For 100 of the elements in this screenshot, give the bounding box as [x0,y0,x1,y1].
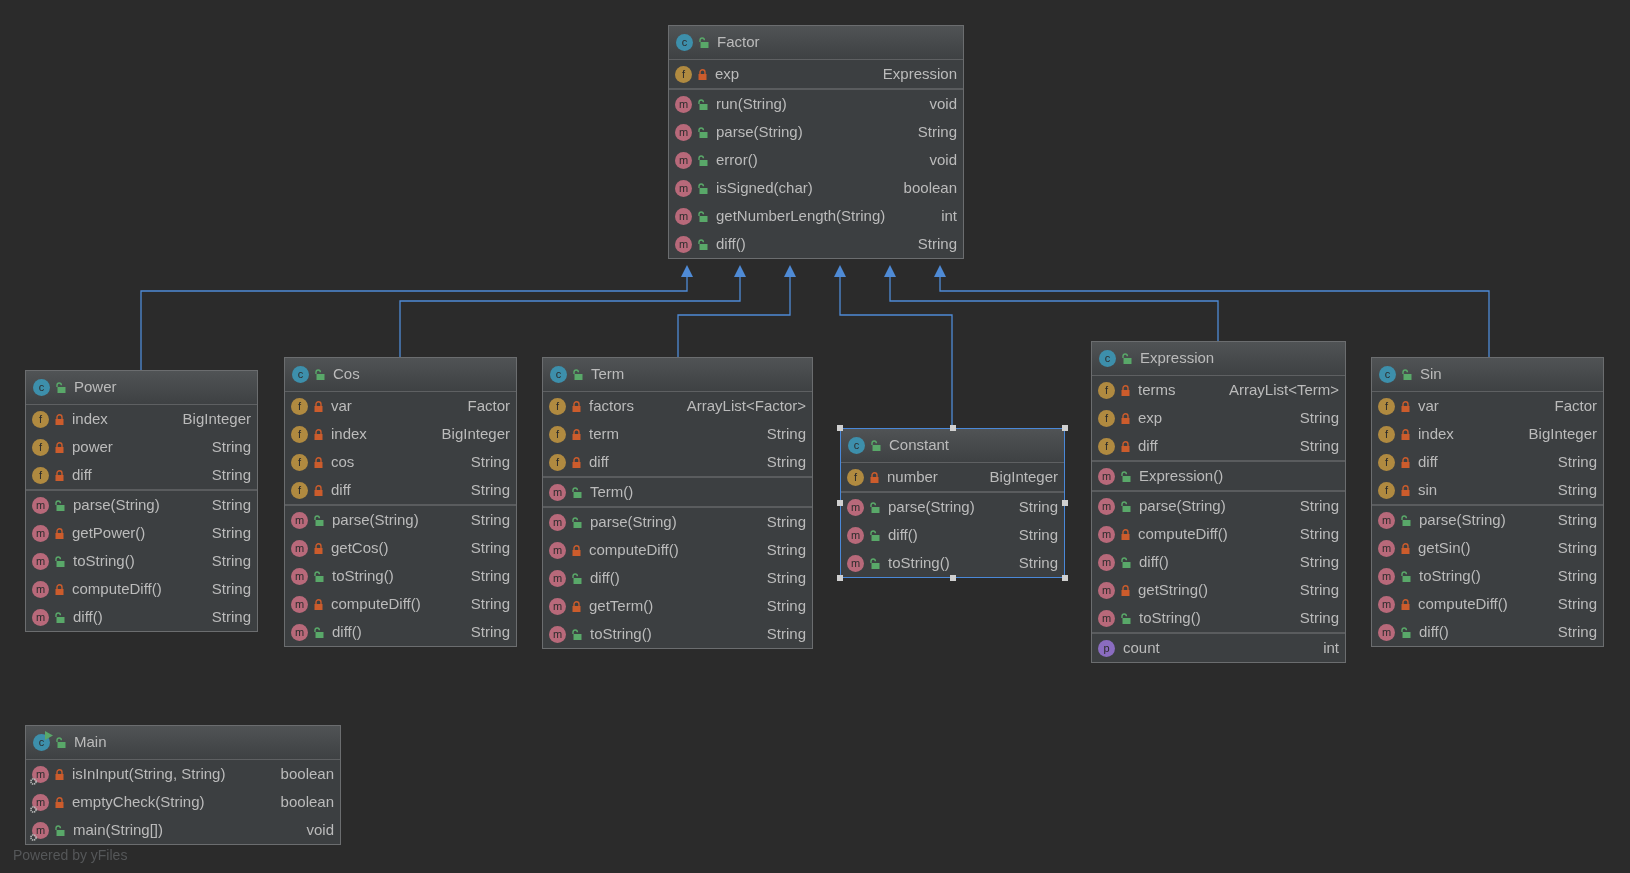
member-type: String [1299,523,1339,544]
method-badge: m [291,567,308,585]
member-name: cos [331,451,355,472]
member-type: String [1018,552,1058,573]
class-box[interactable]: c Power f index BigInteger f power String f diff String m parse(String) String m getPower() String m toString() String m computeDiff() String m diff() String [25,370,258,632]
resize-handle[interactable] [837,425,843,431]
member-type: void [929,93,957,114]
member-name: parse(String) [1139,495,1226,516]
field-badge: f [1378,481,1395,499]
member-name: var [1418,395,1439,416]
method-badge: m [291,595,308,613]
class-badge: c [848,437,865,454]
member-name: diff [331,479,351,500]
member-name: getNumberLength(String) [716,205,886,226]
class-badge: c [550,366,567,383]
class-badge: c [292,366,309,383]
member-type: String [470,451,510,472]
field-badge: f [1378,425,1395,443]
class-box[interactable]: c Cos f var Factor f index BigInteger f cos String f diff String m parse(String) String m getCos() String m toString() String m computeDiff() String m diff() String [284,357,517,647]
member-type: String [470,621,510,642]
method-badge: m [1378,595,1395,613]
member-type: String [766,567,806,588]
member-name: computeDiff() [589,539,679,560]
resize-handle[interactable] [949,425,956,431]
member-type: boolean [903,177,957,198]
member-type: String [211,550,251,571]
member-type: String [1299,551,1339,572]
method-badge: m [1098,609,1115,627]
member-name: toString() [73,550,135,571]
member-name: parse(String) [716,121,803,142]
class-box[interactable]: c Main m isInInput(String, String) boolean m emptyCheck(String) boolean m main(String[]) void [25,725,341,845]
member-type: String [1557,593,1597,614]
member-type: String [766,423,806,444]
member-type: String [211,522,251,543]
method-badge: m [32,552,49,570]
member-name: diff() [73,606,103,627]
member-type: void [306,819,334,840]
member-type: String [1018,524,1058,545]
member-type: String [766,539,806,560]
member-name: diff [1418,451,1438,472]
member-type: String [1299,407,1339,428]
member-type: String [470,509,510,530]
resize-handle[interactable] [1062,500,1068,506]
member-type: String [917,121,957,142]
member-type: int [941,205,957,226]
method-badge: m [291,511,308,529]
class-name: Cos [333,364,360,385]
class-box[interactable]: c Sin f var Factor f index BigInteger f diff String f sin String m parse(String) String m getSin() String m toString() String m computeDiff() String m diff() String [1371,357,1604,647]
member-type: Factor [467,395,510,416]
method-badge: m [32,608,49,626]
member-name: getPower() [72,522,146,543]
member-name: isSigned(char) [716,177,813,198]
resize-handle[interactable] [1062,575,1068,581]
member-name: exp [1138,407,1163,428]
member-type: boolean [280,791,334,812]
member-name: getTerm() [589,595,654,616]
class-box[interactable]: c Expression f terms ArrayList<Term> f exp String f diff String m Expression() m parse(String) String m computeDiff() String m diff() String m getString() String m toString() String p count int [1091,341,1346,663]
member-type: String [1299,579,1339,600]
class-name: Expression [1140,348,1215,369]
method-badge: m [549,625,566,643]
resize-handle[interactable] [837,500,843,506]
class-name: Sin [1420,364,1442,385]
resize-handle[interactable] [1062,425,1068,431]
field-badge: f [32,410,49,428]
member-name: parse(String) [590,511,677,532]
field-badge: f [1098,409,1115,427]
method-badge: m [675,123,692,141]
member-name: power [72,436,113,457]
member-type: int [1323,637,1339,658]
member-name: computeDiff() [72,578,162,599]
member-type: String [1299,495,1339,516]
method-badge: m [1098,525,1115,543]
member-name: error() [716,149,758,170]
member-type: String [1557,565,1597,586]
member-name: Expression() [1139,465,1224,486]
member-name: parse(String) [73,494,160,515]
method-badge: m [847,554,864,572]
member-name: getString() [1138,579,1209,600]
member-name: index [331,423,367,444]
method-badge: m [1378,539,1395,557]
field-badge: f [549,453,566,471]
method-badge: m [675,207,692,225]
method-badge: m [549,541,566,559]
member-type: Factor [1554,395,1597,416]
resize-handle[interactable] [949,575,956,581]
member-name: diff() [1419,621,1449,642]
field-badge: f [549,425,566,443]
class-box[interactable]: c Constant f number BigInteger m parse(String) String m diff() String m toString() String [840,428,1065,578]
resize-handle[interactable] [837,575,843,581]
member-type: String [766,511,806,532]
class-name: Power [74,377,117,398]
member-name: computeDiff() [331,593,421,614]
field-badge: f [32,438,49,456]
class-badge: c [1379,366,1396,383]
class-box[interactable]: c Term f factors ArrayList<Factor> f term String f diff String m Term() m parse(String) String m computeDiff() String m diff() String m getTerm() String m toString() String [542,357,813,649]
class-box[interactable]: c Factor f exp Expression m run(String) void m parse(String) String m error() void m isSigned(char) boolean m getNumberLength(String) int m diff() String [668,25,964,259]
method-badge: m [847,498,864,516]
member-name: toString() [332,565,394,586]
method-badge: m [32,793,49,811]
member-type: String [211,436,251,457]
